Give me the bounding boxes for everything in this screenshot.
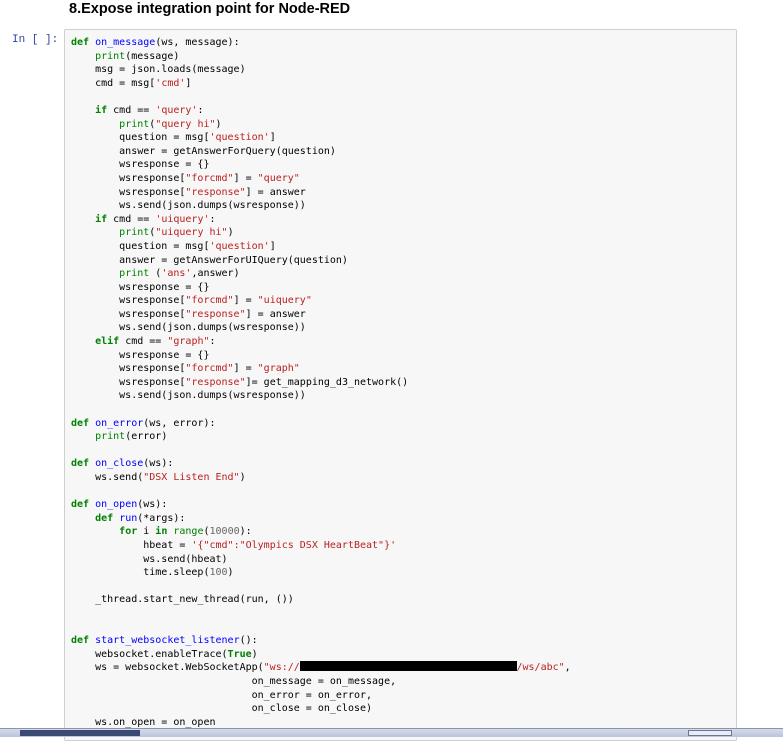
code-line: question = msg['question'] [71, 240, 276, 252]
code-line: ws.send(json.dumps(wsresponse)) [71, 200, 306, 212]
code-line: def on_error(ws, error): [71, 417, 216, 429]
code-cell[interactable]: def on_message(ws, message): print(messa… [64, 29, 737, 741]
code-line: wsresponse["response"]= get_mapping_d3_n… [71, 376, 409, 388]
code-line: answer = getAnswerForUIQuery(question) [71, 254, 348, 266]
code-line: ws.send(json.dumps(wsresponse)) [71, 322, 306, 334]
taskbar-item[interactable] [20, 730, 140, 736]
code-line: def on_message(ws, message): [71, 37, 240, 48]
code-line: _thread.start_new_thread(run, ()) [71, 594, 294, 606]
code-line: if cmd == 'query': [95, 104, 204, 116]
code-line: hbeat = '{"cmd":"Olympics DSX HeartBeat"… [71, 539, 397, 551]
code-line: print("query hi") [119, 118, 222, 130]
code-line: on_error = on_error, [71, 689, 373, 701]
code-editor[interactable]: def on_message(ws, message): print(messa… [71, 36, 571, 729]
code-line: def on_close(ws): [71, 458, 174, 470]
code-line: wsresponse["response"] = answer [71, 308, 306, 320]
code-line: on_message = on_message, [71, 675, 397, 687]
code-line: wsresponse = {} [71, 159, 210, 171]
code-line: msg = json.loads(message) [71, 64, 246, 76]
code-line: print(message) [95, 50, 180, 62]
code-line: cmd = msg['cmd'] [71, 77, 192, 89]
redacted-text [299, 661, 517, 672]
code-line: wsresponse["forcmd"] = "uiquery" [71, 295, 312, 307]
code-line: question = msg['question'] [71, 132, 276, 144]
code-line: if cmd == 'uiquery': [95, 213, 216, 225]
code-line: for i in range(10000): [119, 526, 252, 538]
input-prompt: In [ ]: [12, 34, 59, 46]
section-heading: 8.Expose integration point for Node-RED [69, 1, 351, 17]
code-line: print ('ans',answer) [119, 268, 240, 280]
code-line: answer = getAnswerForQuery(question) [71, 145, 336, 157]
code-line: def on_open(ws): [71, 499, 168, 511]
code-line: wsresponse = {} [71, 349, 210, 361]
code-line: print("uiquery hi") [119, 227, 234, 239]
code-line: on_close = on_close) [71, 703, 373, 715]
code-line: ws.send(json.dumps(wsresponse)) [71, 390, 306, 402]
taskbar-segment[interactable] [688, 730, 732, 736]
code-line: wsresponse["response"] = answer [71, 186, 306, 198]
code-line: elif cmd == "graph": [95, 336, 216, 348]
code-line: ws = websocket.WebSocketApp("ws:///ws/ab… [71, 661, 571, 674]
code-line: wsresponse = {} [71, 281, 210, 293]
code-line: websocket.enableTrace(True) [71, 648, 258, 660]
code-line: def start_websocket_listener(): [71, 635, 258, 647]
code-line: ws.send("DSX Listen End") [71, 472, 246, 483]
code-line: print(error) [95, 431, 168, 443]
code-line: wsresponse["forcmd"] = "graph" [71, 363, 300, 375]
code-line: def run(*args): [95, 512, 186, 524]
code-line: wsresponse["forcmd"] = "query" [71, 172, 300, 184]
code-line: time.sleep(100) [71, 567, 234, 579]
code-line: ws.send(hbeat) [71, 553, 228, 565]
